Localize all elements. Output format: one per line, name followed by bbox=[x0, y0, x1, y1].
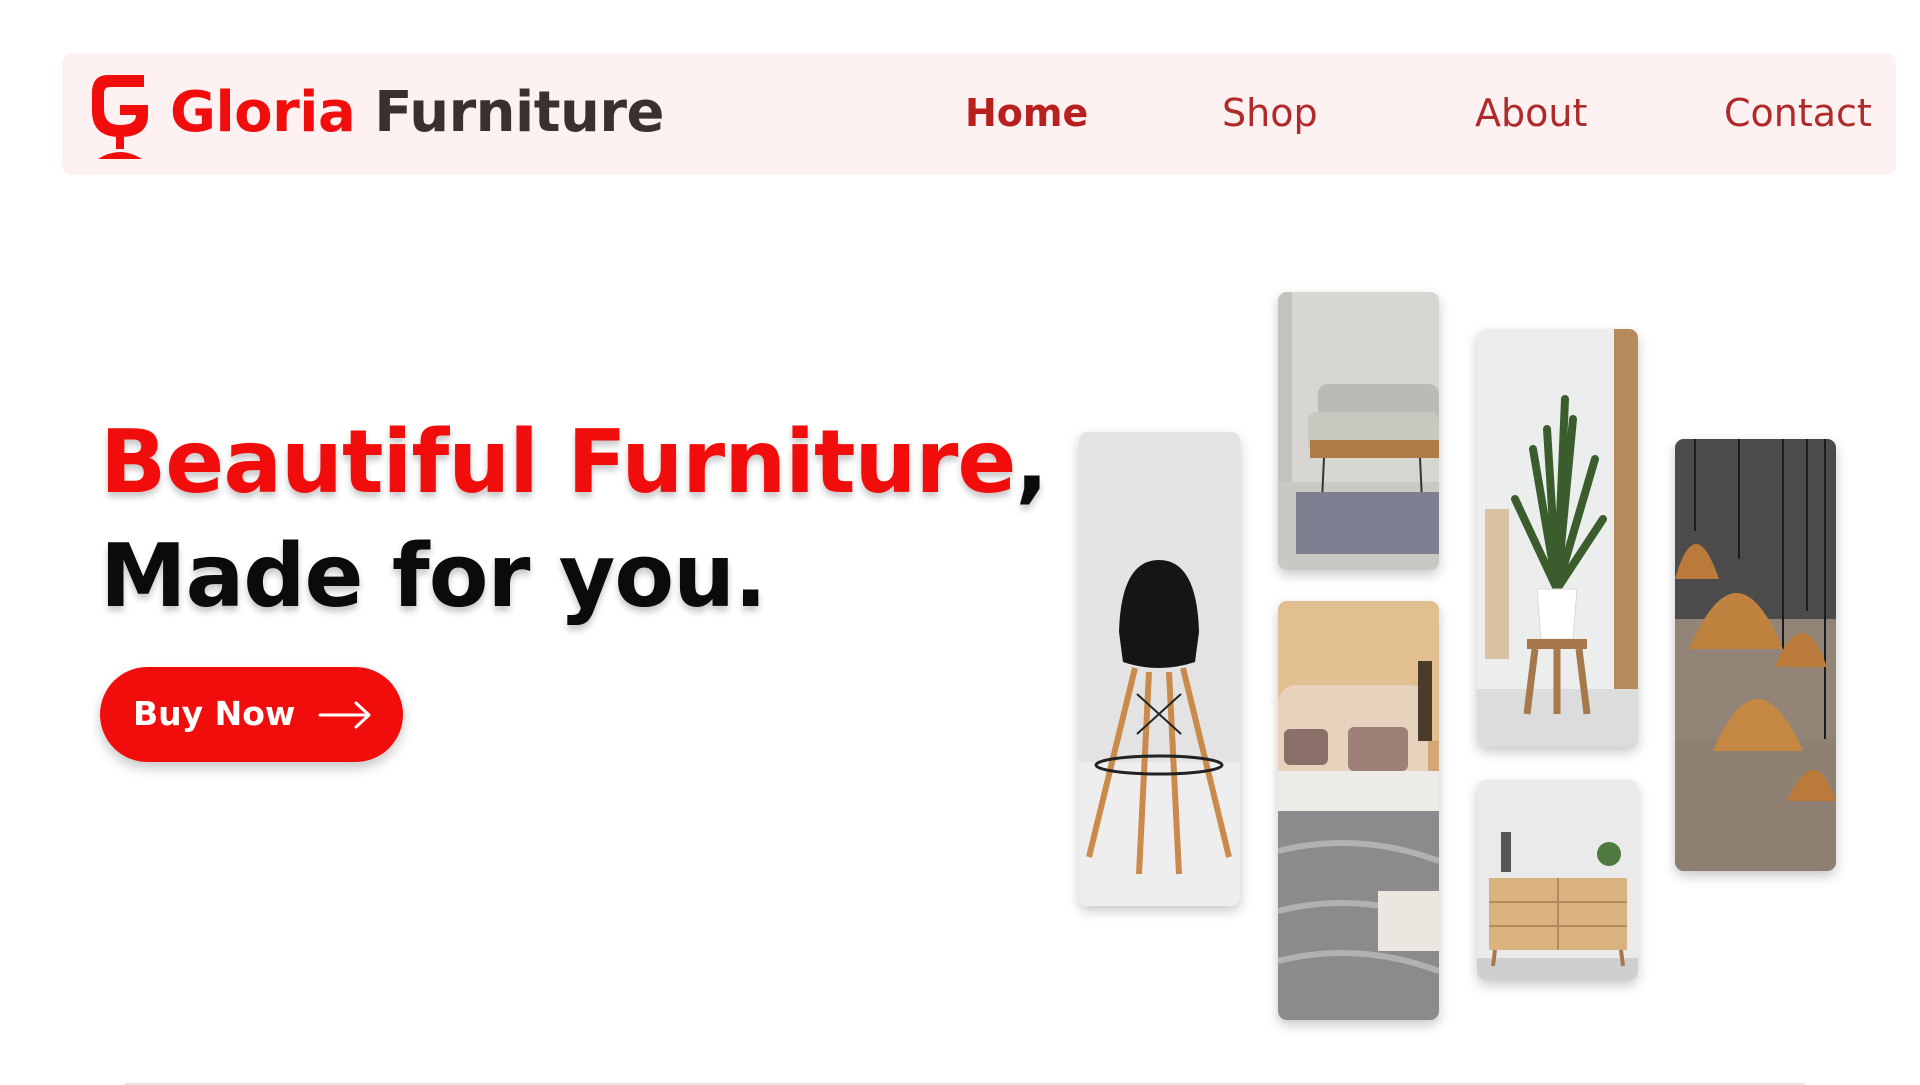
brand-name-part1: Gloria bbox=[170, 80, 356, 145]
hero-heading: Beautiful Furniture, Made for you. bbox=[100, 405, 1048, 633]
nav-link-about[interactable]: About bbox=[1475, 91, 1587, 135]
gloria-logo-icon[interactable] bbox=[86, 67, 154, 163]
top-navbar: Gloria Furniture Home Shop About Contact bbox=[62, 53, 1896, 175]
buy-now-button[interactable]: Buy Now bbox=[100, 667, 403, 762]
gallery-image-plant[interactable] bbox=[1477, 329, 1638, 747]
hero-heading-line2: Made for you. bbox=[100, 525, 767, 627]
gallery-image-living-room[interactable] bbox=[1278, 292, 1439, 570]
brand-name-part2: Furniture bbox=[374, 80, 664, 145]
hero-heading-highlight: Beautiful Furniture bbox=[100, 411, 1016, 513]
hero-heading-comma: , bbox=[1015, 411, 1048, 513]
nav-link-shop[interactable]: Shop bbox=[1222, 91, 1318, 135]
gallery-image-bar-stool[interactable] bbox=[1079, 432, 1240, 906]
gallery-image-sideboard[interactable] bbox=[1477, 780, 1638, 980]
nav-link-contact[interactable]: Contact bbox=[1724, 91, 1872, 135]
buy-now-label: Buy Now bbox=[133, 694, 296, 733]
gallery-image-bedroom[interactable] bbox=[1278, 601, 1439, 1020]
brand-name[interactable]: Gloria Furniture bbox=[170, 80, 664, 145]
gallery-image-pendant-lamps[interactable] bbox=[1675, 439, 1836, 871]
nav-link-home[interactable]: Home bbox=[965, 91, 1088, 135]
arrow-right-icon bbox=[318, 701, 371, 729]
